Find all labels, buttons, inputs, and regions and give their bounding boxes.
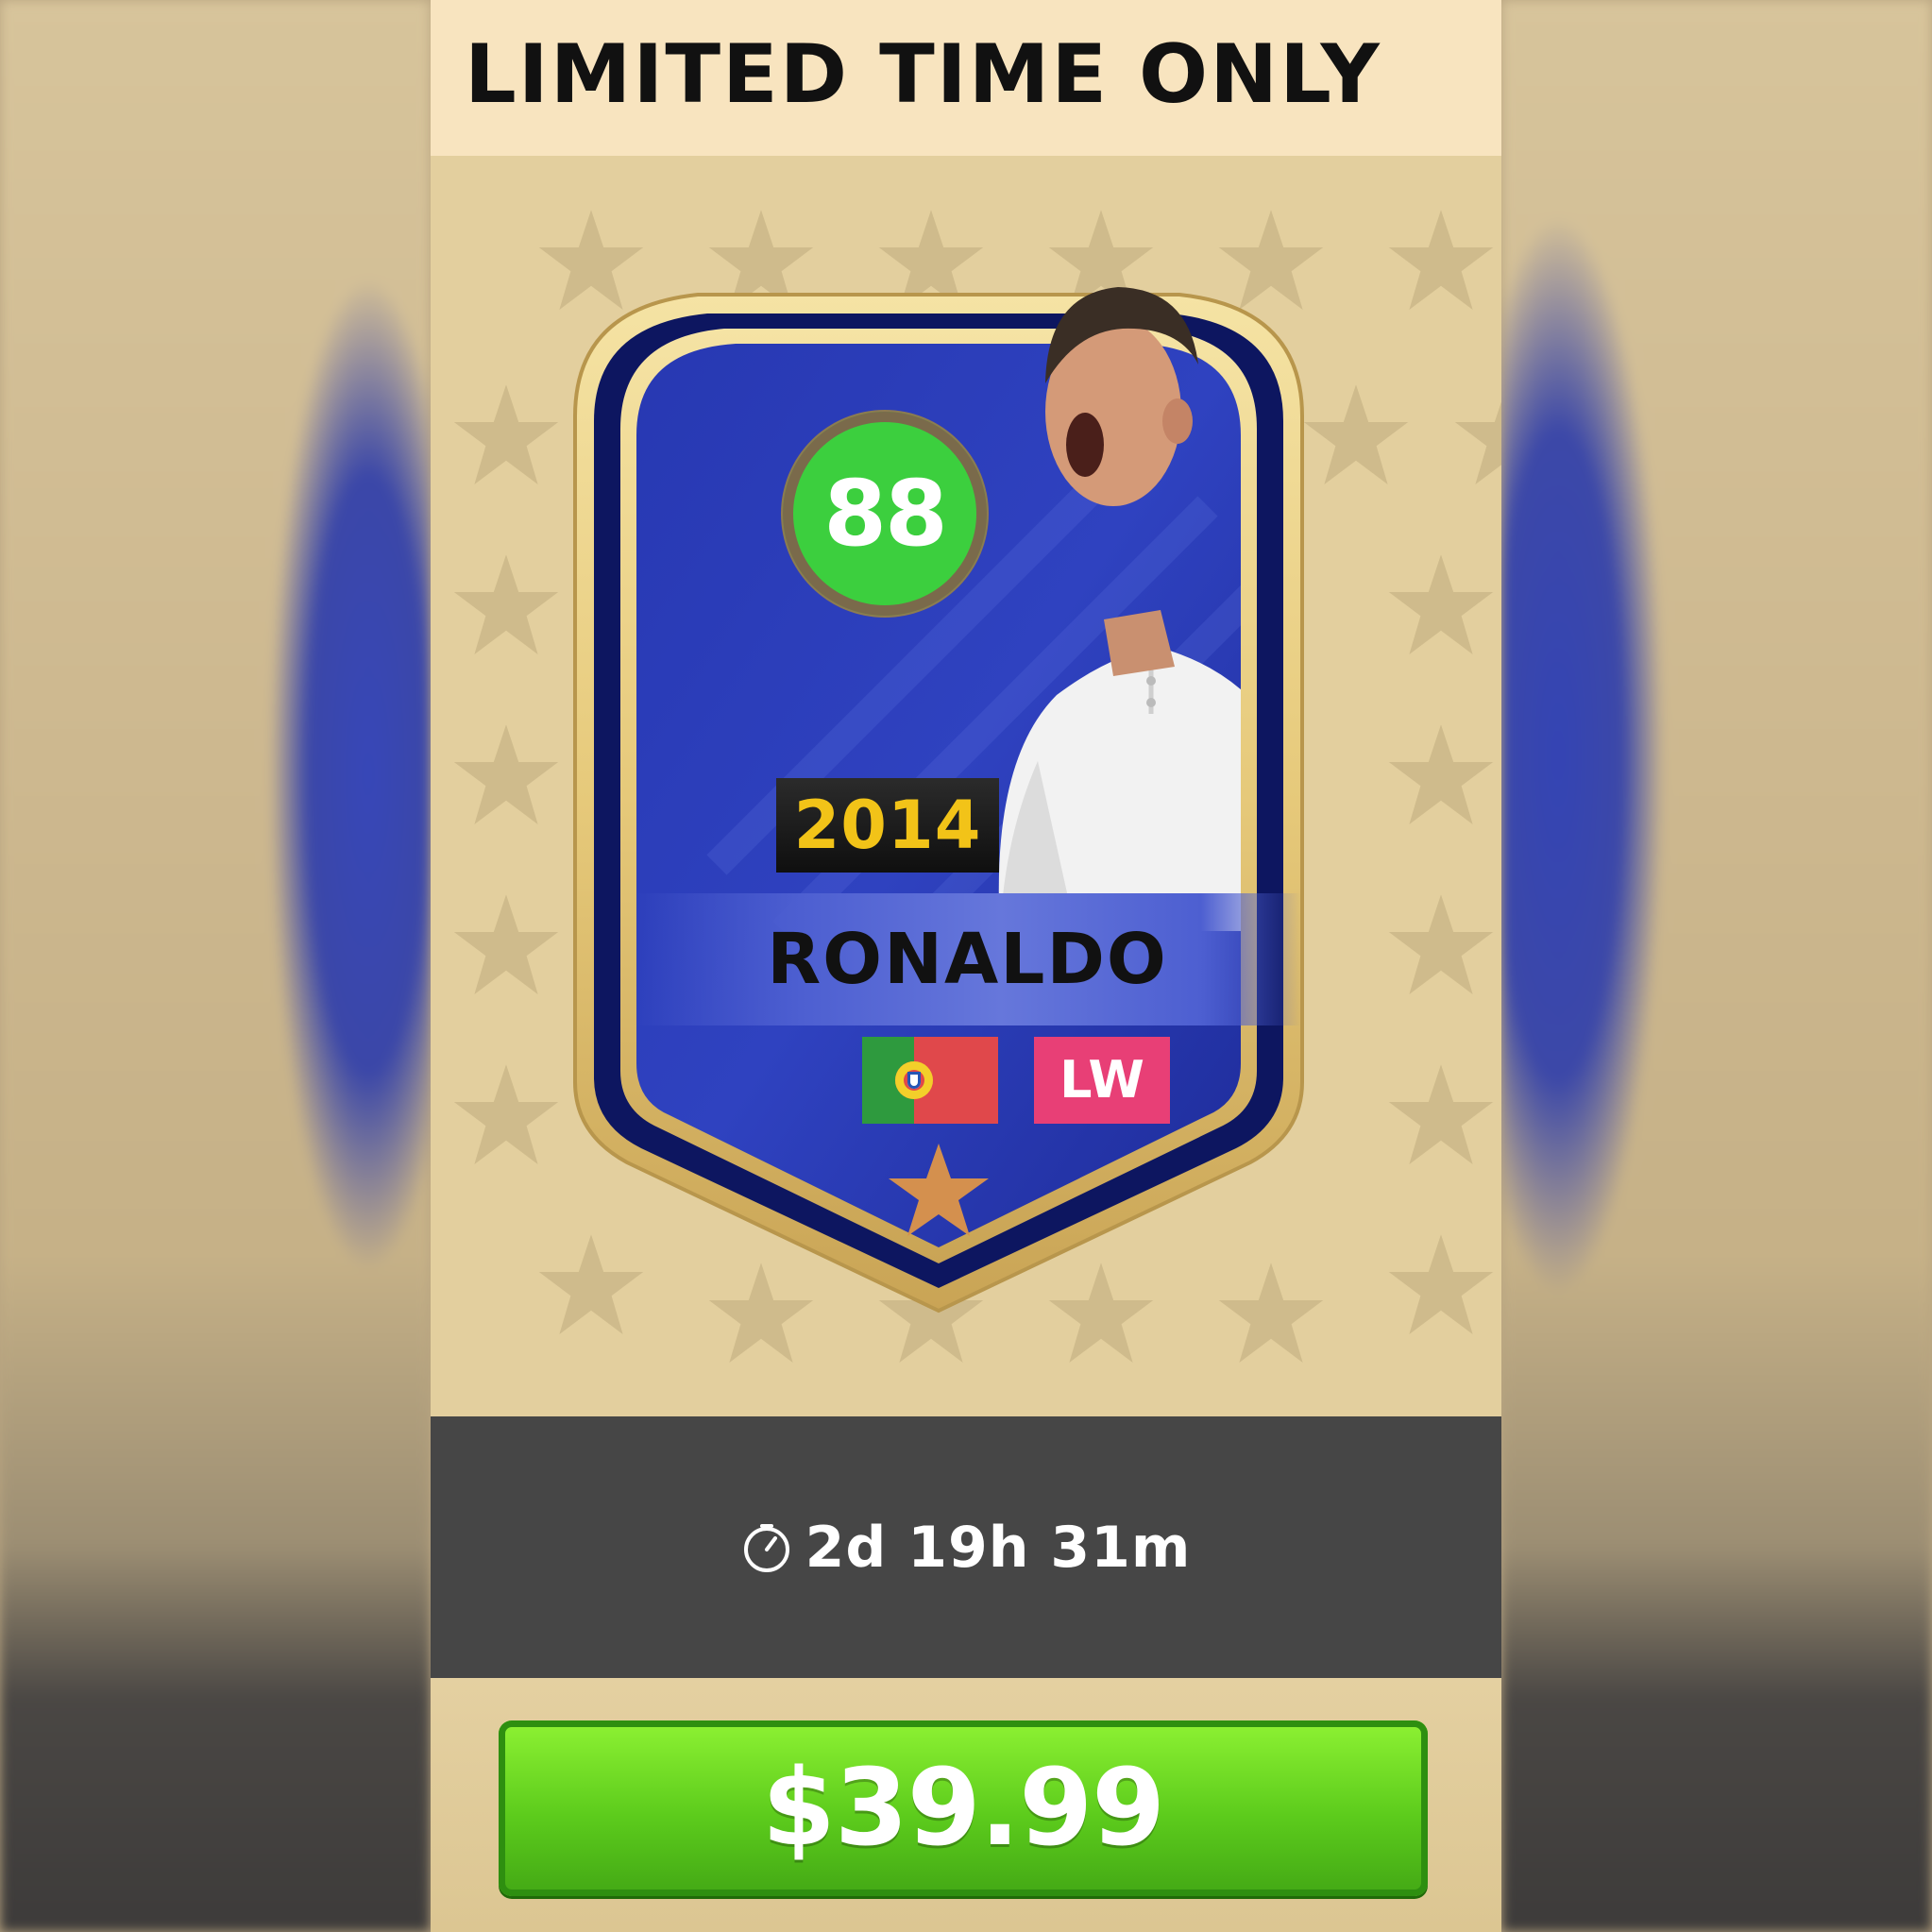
portugal-flag-icon	[862, 1037, 998, 1124]
overall-rating-badge: 88	[783, 412, 987, 616]
stopwatch-icon	[743, 1523, 789, 1572]
blurred-background-left	[0, 0, 431, 1932]
limited-time-title: LIMITED TIME ONLY	[465, 27, 1381, 122]
offer-header: LIMITED TIME ONLY	[431, 0, 1501, 156]
player-name: RONALDO	[767, 919, 1168, 1000]
card-year-badge: 2014	[776, 778, 999, 873]
card-year-value: 2014	[793, 787, 982, 864]
position-badge: LW	[1034, 1037, 1170, 1124]
overall-rating-value: 88	[823, 461, 948, 567]
countdown-bar: 2d 19h 31m	[431, 1416, 1501, 1678]
offer-panel: LIMITED TIME ONLY 88 2014 RONALDO LW 2d …	[431, 0, 1501, 1932]
buy-button[interactable]: $39.99	[499, 1720, 1428, 1896]
countdown-time: 2d 19h 31m	[805, 1514, 1192, 1581]
buy-button-price: $39.99	[761, 1747, 1165, 1870]
purchase-area: $39.99	[431, 1678, 1501, 1932]
player-name-bar: RONALDO	[634, 893, 1301, 1025]
player-card[interactable]: 88 2014 RONALDO LW	[547, 270, 1330, 1318]
position-label: LW	[1059, 1050, 1144, 1110]
blurred-background-right	[1501, 0, 1932, 1932]
